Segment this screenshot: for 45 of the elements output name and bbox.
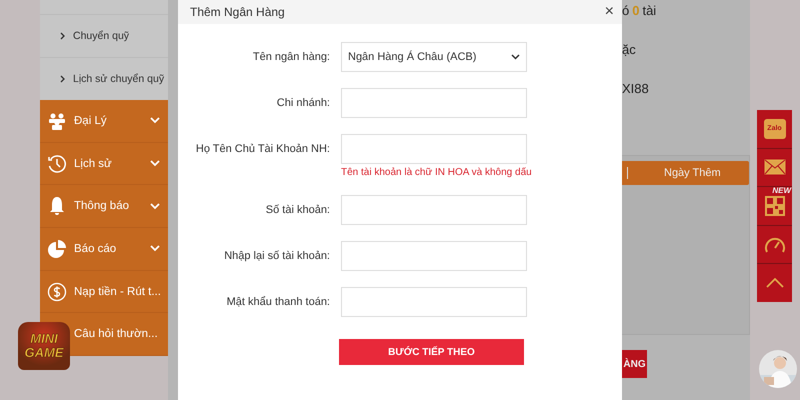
- input-field[interactable]: [341, 195, 527, 225]
- people-icon: [48, 112, 66, 130]
- toolbar-button[interactable]: [757, 226, 792, 264]
- page-text: tài: [642, 3, 656, 18]
- account-count: 0: [632, 3, 640, 18]
- close-button[interactable]: ×: [604, 4, 614, 20]
- page-text: XI88: [622, 81, 650, 96]
- caret-icon: [150, 202, 160, 210]
- add-button[interactable]: ÀNG: [622, 350, 647, 378]
- chevron-down-icon: [511, 54, 520, 60]
- toolbar-button[interactable]: [757, 264, 792, 302]
- minigame-logo: MINI GAME: [24, 332, 64, 360]
- input-field[interactable]: [341, 134, 527, 164]
- chevron-icon: [60, 32, 65, 40]
- toolbar-button[interactable]: [757, 148, 792, 186]
- column-heading: Ngày Thêm: [664, 167, 721, 179]
- pie-chart-icon: [48, 240, 66, 258]
- field-label: Số tài khoản:: [264, 203, 330, 218]
- page-text: ặc: [622, 42, 637, 57]
- field-label: Mật khẩu thanh toán:: [226, 295, 330, 310]
- caret-up-icon: [766, 278, 784, 288]
- field-label: Tên ngân hàng:: [252, 50, 330, 65]
- input-field[interactable]: [341, 241, 527, 271]
- page-text: ó: [622, 3, 630, 18]
- clock-icon: [47, 154, 67, 174]
- bank-select[interactable]: Ngân Hàng Á Châu (ACB): [341, 42, 527, 72]
- toolbar-button[interactable]: NEW: [757, 187, 792, 225]
- caret-icon: [150, 117, 160, 124]
- input-field[interactable]: [341, 88, 527, 118]
- new-label: NEW: [772, 186, 791, 196]
- modal-title: Thêm Ngân Hàng: [190, 5, 285, 19]
- caret-icon: [150, 160, 160, 168]
- qr-code-icon: [764, 196, 784, 216]
- bell-icon: [49, 196, 65, 216]
- mail-icon: [764, 159, 786, 176]
- input-field[interactable]: [341, 287, 527, 317]
- speedometer-icon: [764, 236, 786, 254]
- caret-icon: [150, 245, 160, 252]
- field-label: Chi nhánh:: [276, 96, 330, 111]
- field-label: Họ Tên Chủ Tài Khoản NH:: [194, 142, 330, 157]
- dollar-icon: [47, 282, 67, 302]
- field-label: Nhập lại số tài khoản:: [223, 249, 330, 264]
- chevron-icon: [60, 75, 65, 83]
- sidebar-item[interactable]: Câu hỏi thườn...: [74, 328, 158, 340]
- next-step-button[interactable]: BƯỚC TIẾP THEO: [339, 339, 524, 365]
